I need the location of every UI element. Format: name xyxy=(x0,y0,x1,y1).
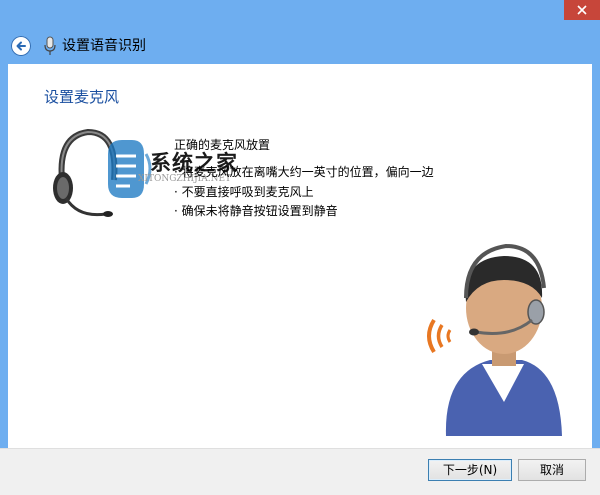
page-heading: 设置麦克风 xyxy=(44,88,120,106)
microphone-icon xyxy=(44,36,56,55)
close-icon xyxy=(577,5,587,15)
tip-item: · 不要直接呼吸到麦克风上 xyxy=(174,185,314,199)
next-button[interactable]: 下一步(N) xyxy=(428,459,512,481)
tip-item: · 将麦克风放在离嘴大约一英寸的位置，偏向一边 xyxy=(174,165,434,179)
speaker-avatar-image xyxy=(427,243,562,436)
tip-item: · 确保未将静音按钮设置到静音 xyxy=(174,204,338,218)
tips-title: 正确的麦克风放置 xyxy=(174,138,271,152)
speech-setup-window: 设置语音识别 设置麦克风 系统之家 XITONGZHIJIA.NET 正确的麦克… xyxy=(0,0,600,495)
window-title: 设置语音识别 xyxy=(62,38,146,54)
cancel-button[interactable]: 取消 xyxy=(518,459,586,481)
title-bar: 设置语音识别 xyxy=(0,28,600,64)
footer-bar: 下一步(N) 取消 xyxy=(0,448,600,495)
close-button[interactable] xyxy=(564,0,600,20)
back-arrow-icon xyxy=(16,41,26,51)
content-pane: 设置麦克风 系统之家 XITONGZHIJIA.NET 正确的麦克风放置 · 将… xyxy=(8,64,592,448)
back-button[interactable] xyxy=(11,36,31,56)
